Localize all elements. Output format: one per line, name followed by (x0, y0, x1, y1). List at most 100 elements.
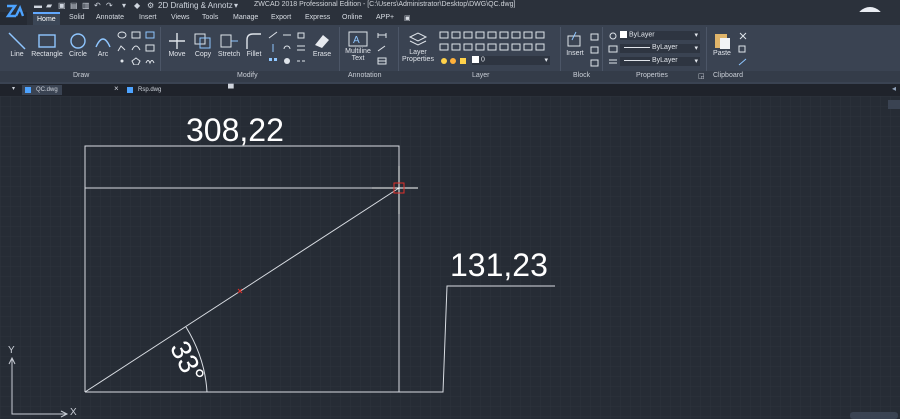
tab-views[interactable]: Views (171, 14, 190, 21)
tab-app-plus[interactable]: APP+ (376, 14, 394, 21)
copy-button[interactable]: Copy (191, 31, 215, 58)
doc-tab-rsp-label: Rsp.dwg (138, 87, 162, 93)
spline-icon[interactable] (131, 44, 141, 52)
extend-icon[interactable] (282, 31, 292, 39)
leader-icon[interactable] (377, 44, 387, 52)
point-icon[interactable] (117, 57, 127, 65)
move-button[interactable]: Move (165, 31, 189, 58)
dimension-icon[interactable] (377, 31, 387, 39)
move-label: Move (168, 51, 186, 58)
undo-icon[interactable]: ↶ (94, 1, 101, 10)
tab-solid[interactable]: Solid (69, 14, 85, 21)
tab-manage[interactable]: Manage (233, 14, 258, 21)
polyline-icon[interactable] (117, 44, 127, 52)
match-properties-icon[interactable] (608, 32, 618, 40)
ribbon-tabs: Home Solid Annotate Insert Views Tools M… (27, 12, 900, 25)
tab-scroll-icon[interactable]: ◂ (892, 84, 896, 93)
copy-clip-icon[interactable] (738, 45, 748, 53)
line-button[interactable]: Line (4, 31, 30, 58)
arc-button[interactable]: Arc (92, 31, 114, 58)
rectangle-button[interactable]: Rectangle (30, 31, 64, 58)
dwg-icon (127, 87, 133, 93)
lineweight-dropdown[interactable]: ByLayer ▾ (620, 57, 700, 66)
layer-tools-icon[interactable] (438, 30, 550, 56)
zwcad-logo-icon (5, 4, 25, 18)
break-icon[interactable] (296, 57, 306, 65)
fillet-button[interactable]: Fillet (243, 31, 265, 58)
close-tab-icon[interactable]: × (114, 84, 119, 93)
multiline-text-button[interactable]: A Multiline Text (342, 30, 374, 62)
save-icon[interactable]: ▣ (58, 1, 66, 10)
trim-icon[interactable] (268, 31, 278, 39)
linetype-icon[interactable] (608, 45, 618, 53)
explode-icon[interactable] (282, 57, 292, 65)
new-icon[interactable]: ▬ (34, 1, 42, 10)
table-icon[interactable] (377, 57, 387, 65)
doc-tab-qc[interactable]: QC.dwg (22, 85, 62, 95)
erase-button[interactable]: Erase (310, 31, 334, 58)
tab-express[interactable]: Express (305, 14, 330, 21)
workspace-selector[interactable]: 2D Drafting & Annotz (158, 1, 233, 10)
plot-icon[interactable]: ▥ (82, 1, 90, 10)
line-icon (8, 32, 26, 50)
layer-properties-button[interactable]: Layer Properties (400, 31, 436, 63)
tab-online[interactable]: Online (342, 14, 362, 21)
scroll-bar[interactable] (850, 412, 898, 419)
hatch-icon[interactable] (131, 31, 141, 39)
tab-tools[interactable]: Tools (202, 14, 218, 21)
insert-block-button[interactable]: Insert (563, 30, 587, 57)
multiline-label-2: Text (351, 55, 365, 62)
region-icon[interactable] (145, 31, 155, 39)
width-dimension-text: 308,22 (186, 112, 284, 148)
array-icon[interactable] (268, 57, 278, 65)
layer-properties-label-2: Properties (402, 56, 434, 63)
rotate-icon[interactable] (282, 44, 292, 52)
ucs-x-label: X (70, 407, 77, 418)
doc-menu-icon[interactable]: ▾ (12, 85, 15, 92)
viewport-control[interactable] (888, 100, 900, 109)
offset-icon[interactable] (296, 44, 306, 52)
stretch-button[interactable]: Stretch (216, 31, 242, 58)
match-clip-icon[interactable] (738, 58, 748, 66)
edit-block-icon[interactable] (590, 46, 600, 54)
circle-button[interactable]: Circle (66, 31, 90, 58)
lineweight-icon[interactable] (608, 58, 618, 66)
doc-tab-rsp[interactable]: Rsp.dwg (124, 85, 165, 95)
workspace-gear-icon[interactable]: ⚙ (147, 1, 154, 10)
linetype-dropdown[interactable]: ByLayer ▾ (620, 44, 700, 53)
cut-icon[interactable] (738, 32, 748, 40)
stretch-icon (220, 34, 238, 48)
move-icon (169, 33, 185, 49)
new-tab-icon[interactable]: ▀ (228, 84, 234, 93)
color-dropdown[interactable]: ByLayer ▾ (620, 31, 700, 40)
tab-home[interactable]: Home (33, 12, 60, 25)
layer-dropdown[interactable]: 0 ▾ (472, 56, 550, 65)
create-block-icon[interactable] (590, 33, 600, 41)
scale-icon[interactable] (296, 31, 306, 39)
boundary-icon[interactable] (145, 44, 155, 52)
revcloud-icon[interactable] (145, 57, 155, 65)
attribute-icon[interactable] (590, 59, 600, 67)
workspace-dropdown-icon[interactable]: ▾ (234, 1, 238, 10)
redo-icon[interactable]: ↷ (106, 1, 113, 10)
match-icon[interactable]: ◆ (134, 1, 140, 10)
ribbon-minimize-icon[interactable]: ▣ (404, 14, 411, 22)
circle-label: Circle (69, 51, 87, 58)
properties-launcher-icon[interactable]: ◲ (698, 72, 705, 80)
tab-annotate[interactable]: Annotate (96, 14, 124, 21)
qa-menu-icon[interactable]: ▾ (122, 1, 126, 10)
paste-button[interactable]: Paste (710, 30, 734, 57)
mirror-icon[interactable] (268, 44, 278, 52)
open-icon[interactable]: ▰ (46, 1, 52, 10)
panel-properties: Properties (636, 72, 668, 79)
arc-label: Arc (97, 51, 109, 58)
ellipse-icon[interactable] (117, 31, 127, 39)
insert-block-icon (567, 31, 581, 47)
multiline-label-1: Multiline (345, 48, 371, 55)
polygon-icon[interactable] (131, 57, 141, 65)
drawing-canvas[interactable]: 308,22 131,23 33° Y X (0, 96, 900, 419)
tab-export[interactable]: Export (271, 14, 291, 21)
print-icon[interactable]: ▤ (70, 1, 78, 10)
tab-insert[interactable]: Insert (139, 14, 157, 21)
color-dropdown-icon: ▾ (694, 32, 698, 39)
